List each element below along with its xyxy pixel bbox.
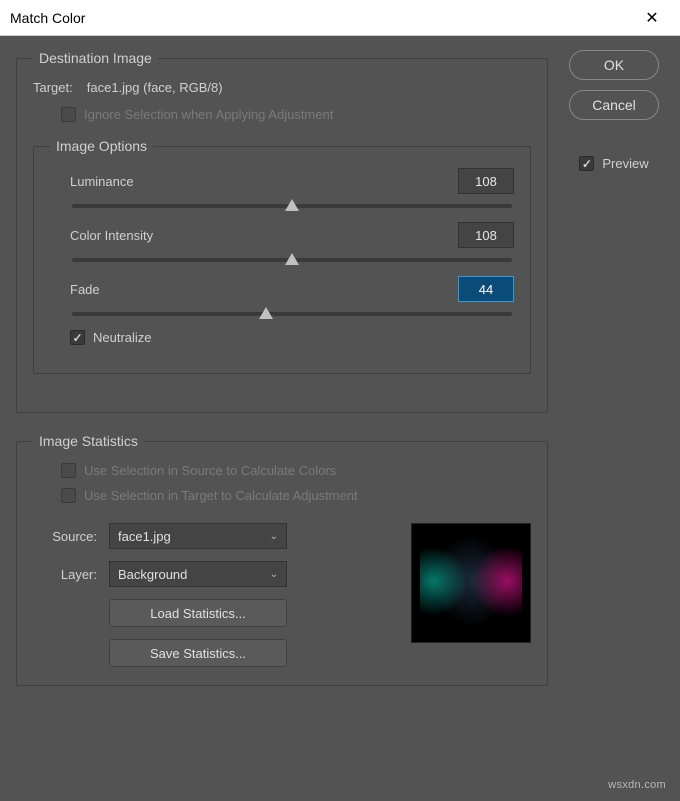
luminance-thumb[interactable] (285, 199, 299, 211)
source-label: Source: (33, 529, 97, 544)
layer-value: Background (118, 567, 187, 582)
layer-select[interactable]: Background ⌄ (109, 561, 287, 587)
target-row: Target: face1.jpg (face, RGB/8) (33, 80, 531, 95)
target-value: face1.jpg (face, RGB/8) (87, 80, 223, 95)
statistics-legend: Image Statistics (33, 433, 144, 449)
color-intensity-input[interactable] (458, 222, 514, 248)
preview-checkbox[interactable] (579, 156, 594, 171)
fade-label: Fade (70, 282, 100, 297)
color-intensity-thumb[interactable] (285, 253, 299, 265)
fade-input[interactable] (458, 276, 514, 302)
fade-group: Fade (50, 276, 514, 316)
ignore-selection-label: Ignore Selection when Applying Adjustmen… (84, 107, 333, 122)
layer-row: Layer: Background ⌄ (33, 561, 379, 587)
luminance-input[interactable] (458, 168, 514, 194)
layer-label: Layer: (33, 567, 97, 582)
use-target-checkbox (61, 488, 76, 503)
save-row: Save Statistics... (33, 639, 379, 667)
luminance-label: Luminance (70, 174, 134, 189)
use-target-label: Use Selection in Target to Calculate Adj… (84, 488, 358, 503)
use-source-row: Use Selection in Source to Calculate Col… (33, 463, 531, 478)
close-icon: ✕ (645, 8, 658, 28)
color-intensity-slider[interactable] (72, 258, 512, 262)
source-row: Source: face1.jpg ⌄ (33, 523, 379, 549)
destination-legend: Destination Image (33, 50, 158, 66)
preview-face-image (412, 524, 530, 642)
save-statistics-button[interactable]: Save Statistics... (109, 639, 287, 667)
chevron-down-icon: ⌄ (270, 531, 278, 542)
preview-thumbnail (411, 523, 531, 643)
preview-thumbnail-wrap (411, 523, 531, 667)
stats-controls: Source: face1.jpg ⌄ Layer: Background ⌄ (33, 523, 379, 667)
luminance-slider[interactable] (72, 204, 512, 208)
load-statistics-button[interactable]: Load Statistics... (109, 599, 287, 627)
right-column: OK Cancel Preview (564, 50, 664, 706)
ignore-selection-row: Ignore Selection when Applying Adjustmen… (33, 107, 531, 122)
cancel-button[interactable]: Cancel (569, 90, 659, 120)
watermark: wsxdn.com (608, 779, 666, 791)
left-column: Destination Image Target: face1.jpg (fac… (16, 50, 548, 706)
use-source-checkbox (61, 463, 76, 478)
fade-thumb[interactable] (259, 307, 273, 319)
fade-slider[interactable] (72, 312, 512, 316)
load-row: Load Statistics... (33, 599, 379, 627)
stats-grid: Source: face1.jpg ⌄ Layer: Background ⌄ (33, 523, 531, 667)
dialog-content: Destination Image Target: face1.jpg (fac… (0, 36, 680, 720)
source-value: face1.jpg (118, 529, 171, 544)
window-title: Match Color (10, 10, 634, 26)
chevron-down-icon: ⌄ (270, 569, 278, 580)
neutralize-row: Neutralize (50, 330, 514, 345)
neutralize-label: Neutralize (93, 330, 152, 345)
preview-label: Preview (602, 156, 648, 171)
use-target-row: Use Selection in Target to Calculate Adj… (33, 488, 531, 503)
neutralize-checkbox[interactable] (70, 330, 85, 345)
image-options-legend: Image Options (50, 138, 153, 154)
target-label: Target: (33, 80, 73, 95)
source-select[interactable]: face1.jpg ⌄ (109, 523, 287, 549)
color-intensity-group: Color Intensity (50, 222, 514, 262)
ignore-selection-checkbox (61, 107, 76, 122)
image-options-group: Image Options Luminance Color Intensity (33, 138, 531, 374)
preview-row: Preview (579, 156, 648, 171)
use-source-label: Use Selection in Source to Calculate Col… (84, 463, 336, 478)
color-intensity-label: Color Intensity (70, 228, 153, 243)
titlebar: Match Color ✕ (0, 0, 680, 36)
luminance-group: Luminance (50, 168, 514, 208)
destination-image-group: Destination Image Target: face1.jpg (fac… (16, 50, 548, 413)
ok-button[interactable]: OK (569, 50, 659, 80)
close-button[interactable]: ✕ (634, 0, 670, 36)
image-statistics-group: Image Statistics Use Selection in Source… (16, 433, 548, 686)
